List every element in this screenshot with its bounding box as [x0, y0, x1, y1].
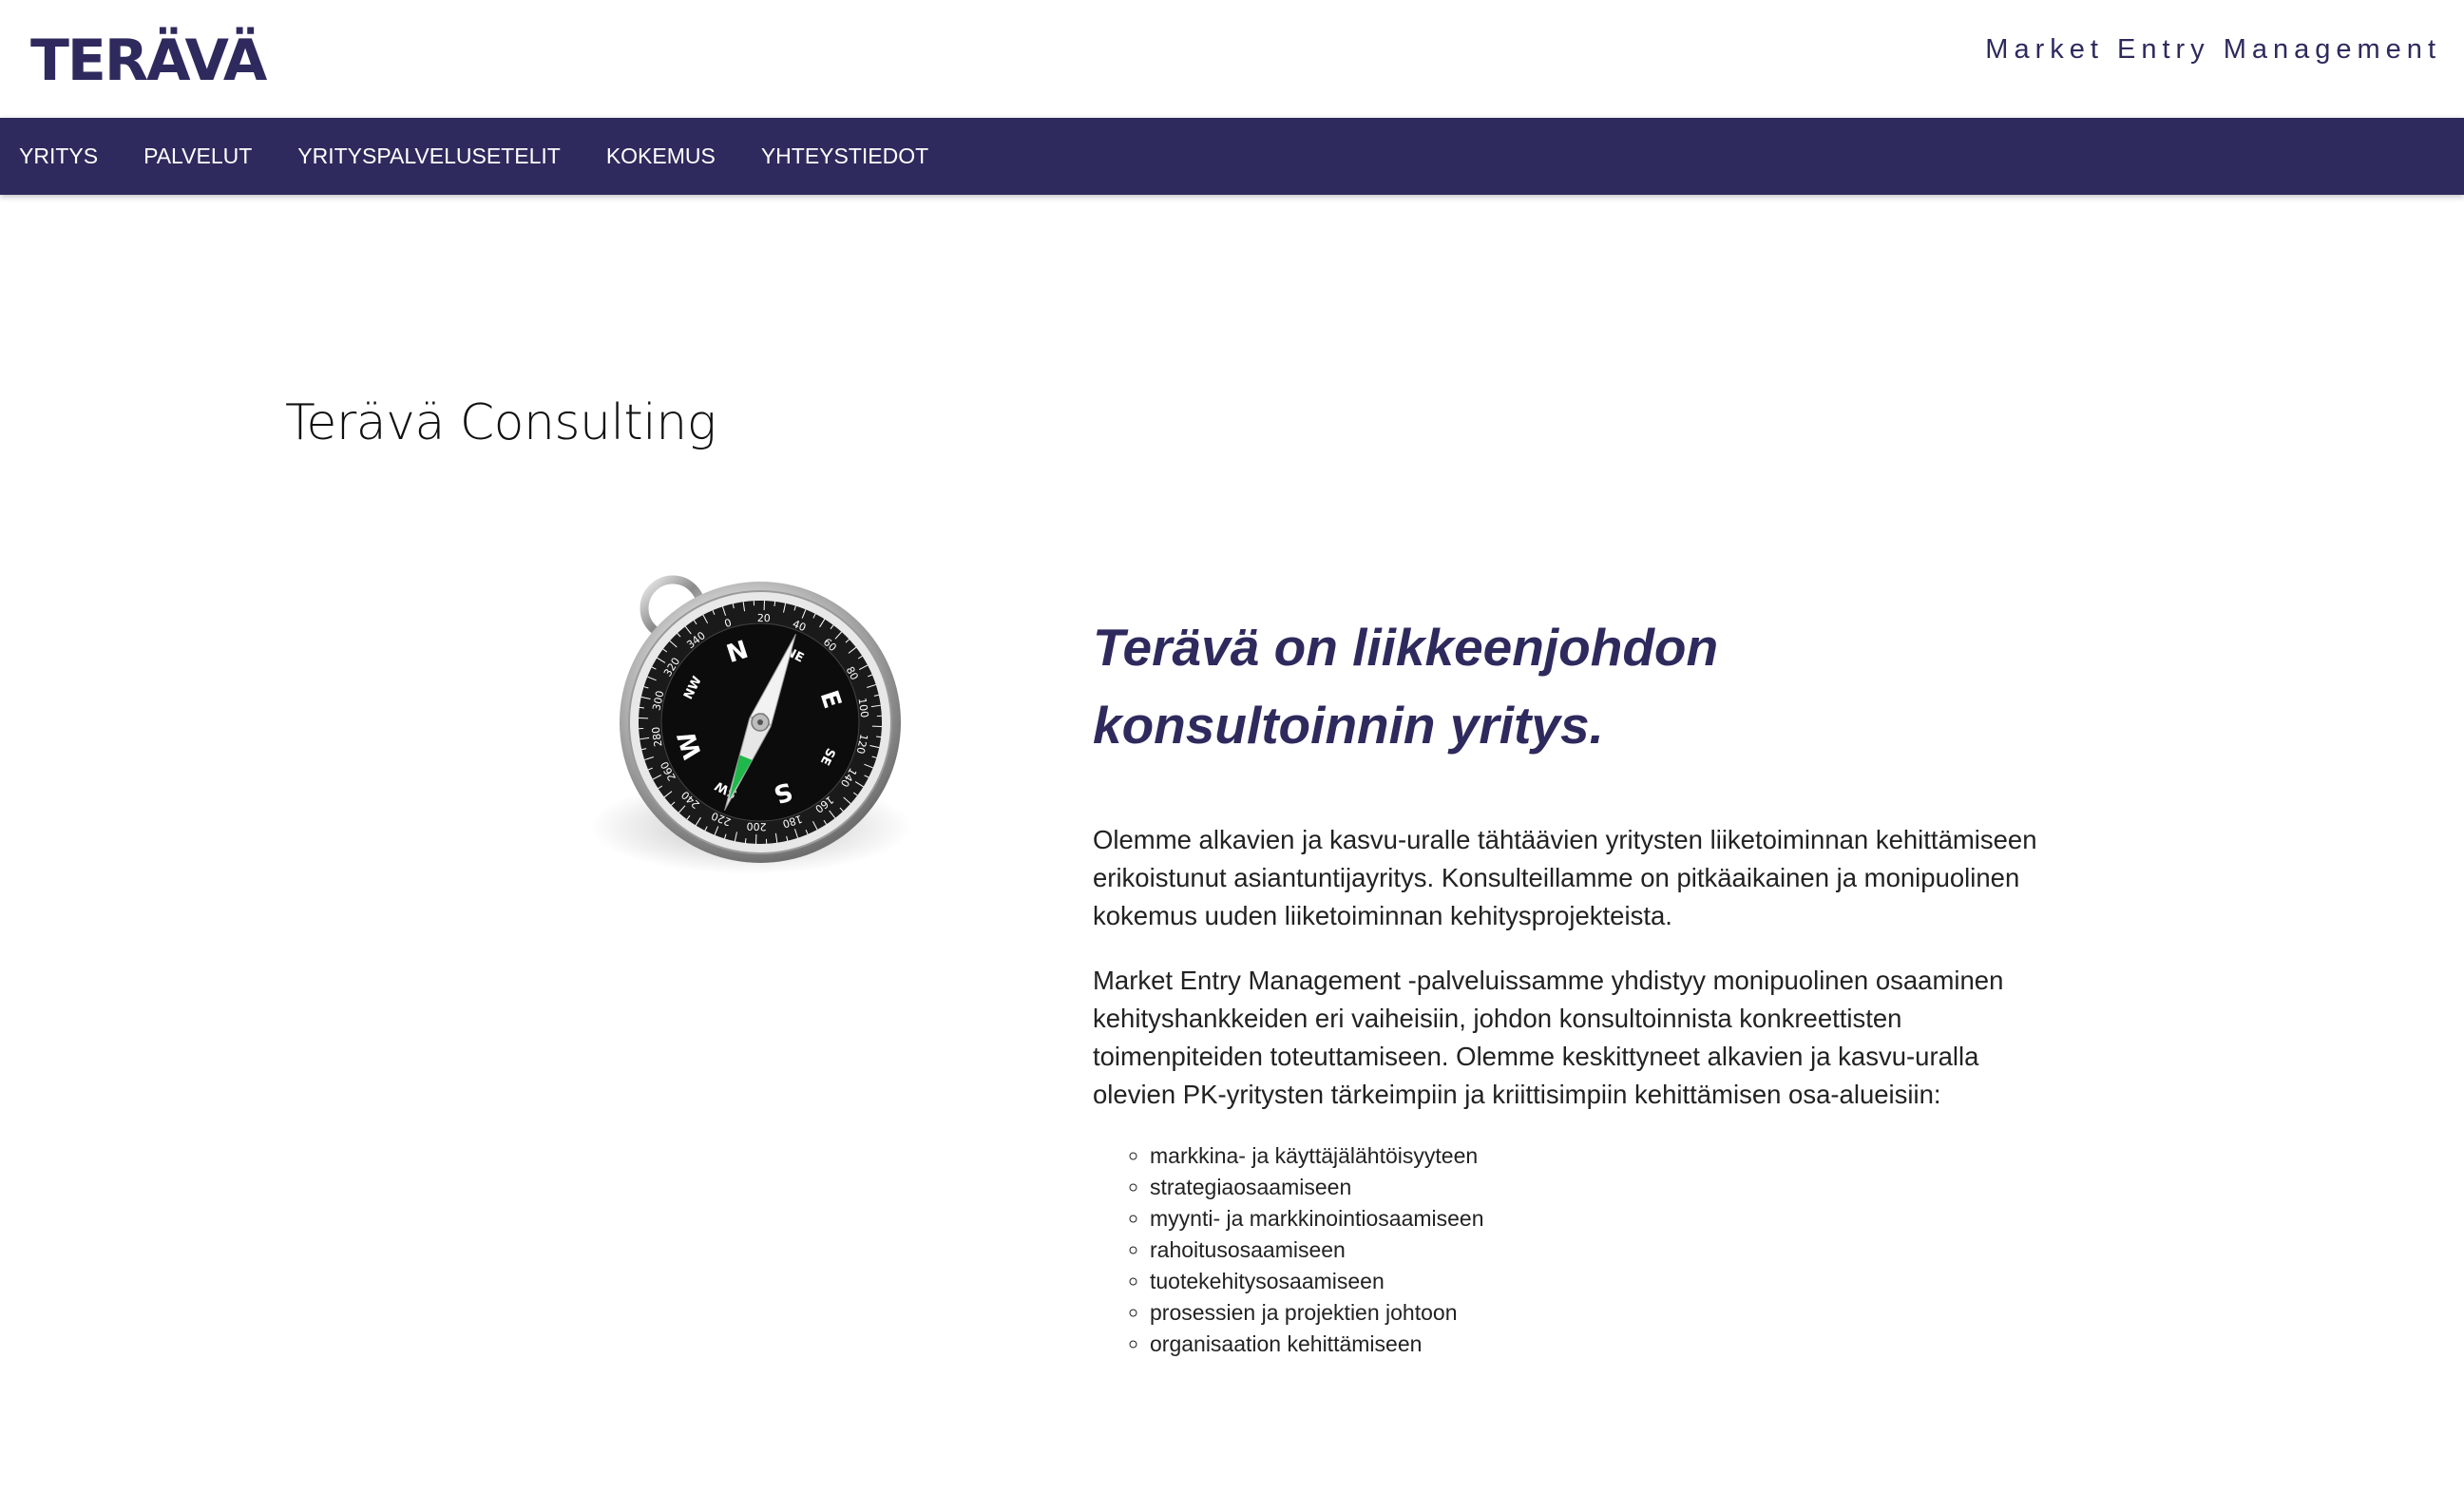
- logo-text: TERÄVÄ: [30, 28, 267, 94]
- nav-item-yrityspalvelusetelit[interactable]: YRITYSPALVELUSETELIT: [278, 144, 583, 169]
- list-item: strategiaosaamiseen: [1150, 1172, 2053, 1203]
- compass-degree-label: 200: [746, 820, 766, 833]
- list-item: organisaation kehittämiseen: [1150, 1329, 2053, 1360]
- nav-item-yhteystiedot[interactable]: YHTEYSTIEDOT: [742, 144, 951, 169]
- tagline: Market Entry Management: [1985, 34, 2441, 65]
- intro-section: Terävä on liikkeenjohdon konsultoinnin y…: [1093, 608, 2053, 1360]
- compass-degree-label: 20: [757, 612, 771, 624]
- compass-image: 0 20 40 60 80 100 120 140 160 180 200 220 240 260 280 3…: [570, 570, 950, 884]
- page-title: Terävä Consulting: [285, 394, 716, 451]
- list-item: myynti- ja markkinointiosaamiseen: [1150, 1203, 2053, 1235]
- intro-paragraph: Olemme alkavien ja kasvu-uralle tähtäävi…: [1093, 825, 2037, 930]
- site-header: TERÄVÄ Market Entry Management: [0, 0, 2464, 118]
- main-nav: YRITYS PALVELUT YRITYSPALVELUSETELIT KOK…: [0, 118, 2464, 195]
- logo[interactable]: TERÄVÄ: [30, 28, 267, 94]
- compass-tick: [639, 706, 644, 709]
- list-item: rahoitusosaamiseen: [1150, 1235, 2053, 1266]
- focus-areas-list: markkina- ja käyttäjälähtöisyyteen strat…: [1093, 1140, 2053, 1360]
- compass-tick: [744, 838, 747, 844]
- compass-tick: [774, 601, 776, 606]
- list-item: prosessien ja projektien johtoon: [1150, 1297, 2053, 1329]
- compass-icon: 0 20 4060801001201401601802002202402602803…: [589, 575, 912, 874]
- page: TERÄVÄ Market Entry Management YRITYS PA…: [0, 0, 2464, 1493]
- lead-heading: Terävä on liikkeenjohdon konsultoinnin y…: [1093, 618, 1719, 755]
- nav-item-kokemus[interactable]: KOKEMUS: [587, 144, 738, 169]
- nav-item-palvelut[interactable]: PALVELUT: [124, 144, 275, 169]
- services-paragraph: Market Entry Management -palveluissamme …: [1093, 966, 2004, 1109]
- list-item: markkina- ja käyttäjälähtöisyyteen: [1150, 1140, 2053, 1172]
- list-item: tuotekehitysosaamiseen: [1150, 1266, 2053, 1297]
- nav-item-yritys[interactable]: YRITYS: [0, 144, 121, 169]
